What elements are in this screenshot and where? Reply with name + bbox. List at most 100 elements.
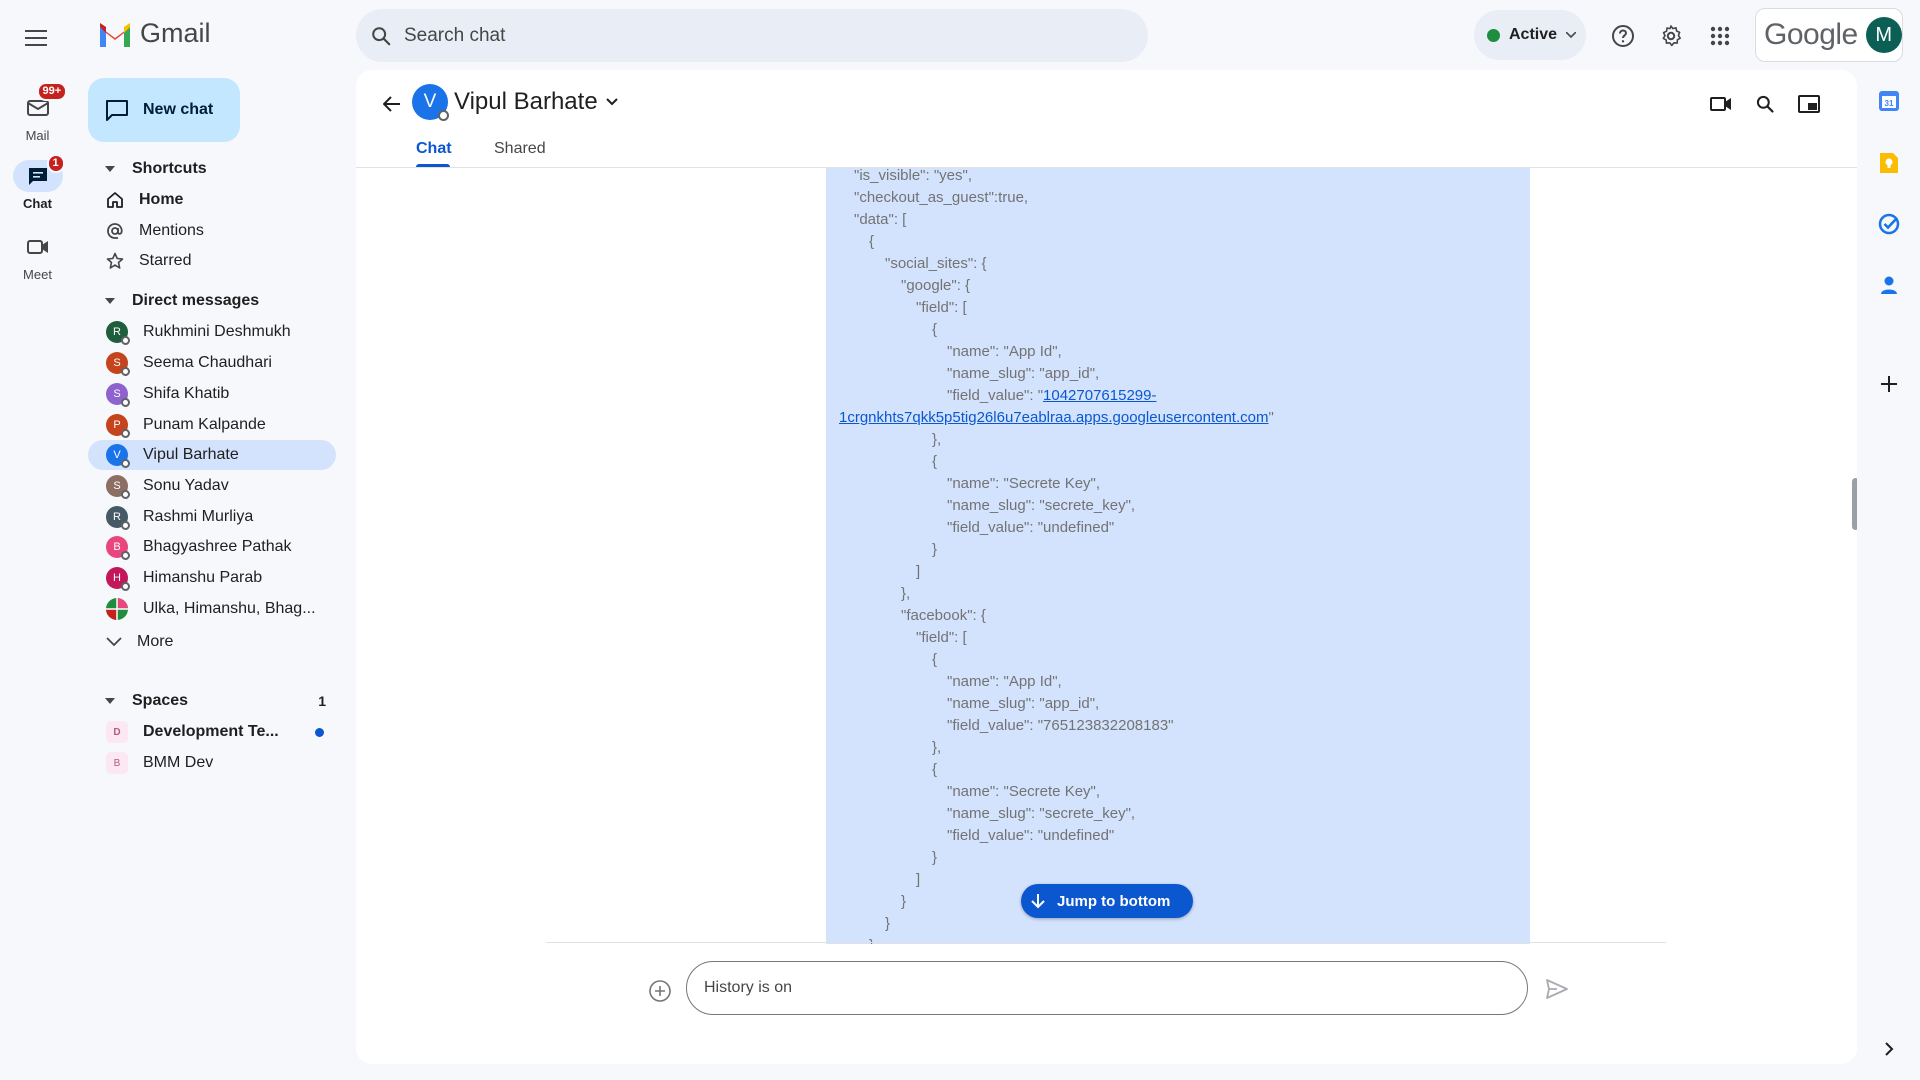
show-side-panel-button[interactable] [1876,1036,1902,1062]
rail-mail[interactable]: 99+ Mail [0,82,75,143]
dm-label: Rukhmini Deshmukh [143,323,291,340]
jump-to-bottom-label: Jump to bottom [1057,892,1171,910]
plus-icon [1881,376,1897,392]
contacts-app-button[interactable] [1876,272,1902,298]
message-line: } [885,915,891,932]
spaces-section-toggle[interactable]: Spaces 1 [104,692,326,710]
add-attachment-button[interactable] [646,977,674,1005]
selected-message-body[interactable]: "is_visible": "yes", "checkout_as_guest"… [826,168,1530,944]
space-avatar: B [106,752,128,774]
send-button[interactable] [1542,974,1572,1004]
tab-shared[interactable]: Shared [494,140,546,170]
video-camera-icon [1710,97,1731,111]
sidebar-item-label: Home [139,191,184,208]
get-addons-button[interactable] [1876,371,1902,397]
message-input[interactable]: History is on [686,961,1528,1015]
divider [546,942,1666,943]
settings-button[interactable] [1651,16,1691,56]
space-item[interactable]: D Development Te... [88,717,336,747]
message-line: }, [901,585,911,602]
message-line: "name": "Secrete Key", [947,475,1101,492]
shortcuts-section-toggle[interactable]: Shortcuts [104,160,207,178]
direct-messages-section-toggle[interactable]: Direct messages [104,292,259,310]
avatar: V [106,444,130,468]
message-line: } [901,893,907,910]
status-selector[interactable]: Active [1474,10,1586,60]
sidebar-item-home[interactable]: Home [88,185,336,215]
conversation-title-text: Vipul Barhate [454,88,598,115]
google-apps-button[interactable] [1700,16,1740,56]
message-line: "google": { [901,277,971,294]
rail-meet-label: Meet [23,267,52,282]
dm-item[interactable]: H Himanshu Parab [88,563,336,593]
message-line: "field_value": "765123832208183" [947,717,1174,734]
gmail-logo[interactable]: Gmail [98,18,211,49]
open-in-popup-button[interactable] [1789,84,1829,124]
dm-label: Himanshu Parab [143,569,263,586]
send-icon [1546,979,1568,999]
avatar: R [106,506,130,530]
tasks-app-button[interactable] [1876,211,1902,237]
sidebar-item-starred[interactable]: Starred [88,246,336,276]
dm-item[interactable]: R Rukhmini Deshmukh [88,317,336,347]
google-wordmark: Google [1764,18,1858,51]
picture-in-picture-icon [1798,95,1820,113]
new-chat-button[interactable]: New chat [88,78,240,142]
rail-meet[interactable]: Meet [0,231,75,282]
message-line: "field_value": "undefined" [947,519,1115,536]
star-icon [106,252,124,269]
mail-icon: 99+ [13,82,68,124]
space-avatar: D [106,721,128,743]
at-sign-icon [107,223,123,239]
support-button[interactable] [1603,16,1643,56]
shortcuts-heading: Shortcuts [132,160,207,177]
space-item[interactable]: B BMM Dev [88,748,336,778]
search-input[interactable]: Search chat [404,25,505,47]
message-link[interactable]: 1crgnkhts7qkk5p5tig26l6u7eablraa.apps.go… [839,409,1268,426]
dm-item[interactable]: S Sonu Yadav [88,471,336,501]
dm-item[interactable]: R Rashmi Murliya [88,502,336,532]
sidebar-item-label: Mentions [139,222,204,239]
group-avatar-icon [106,598,128,620]
add-circle-icon [649,980,671,1002]
google-account-button[interactable]: Google M [1755,8,1903,62]
message-line: ] [916,871,921,888]
rail-chat[interactable]: 1 Chat [0,154,75,211]
dm-item[interactable]: S Seema Chaudhari [88,348,336,378]
scrollbar-thumb[interactable] [1852,478,1857,530]
dm-item-selected[interactable]: V Vipul Barhate [88,440,336,470]
svg-text:31: 31 [1885,99,1894,108]
chat-badge: 1 [46,154,65,173]
arrow-back-icon [383,96,400,112]
dm-item-group[interactable]: Ulka, Himanshu, Bhag... [88,594,336,624]
contacts-icon [1881,276,1897,294]
keep-app-button[interactable] [1876,150,1902,176]
unread-dot [315,727,324,737]
video-call-button[interactable] [1701,84,1741,124]
message-link[interactable]: 1042707615299- [1043,387,1156,404]
back-button[interactable] [372,84,412,124]
avatar: S [106,475,130,499]
more-button[interactable]: More [88,627,336,657]
dm-item[interactable]: P Punam Kalpande [88,410,336,440]
main-menu-button[interactable] [14,16,58,60]
arrow-down-icon [1031,894,1045,909]
avatar: H [106,567,130,591]
dm-label: Bhagyashree Pathak [143,538,292,555]
message-line: "field": [ [916,299,967,316]
dm-item[interactable]: B Bhagyashree Pathak [88,532,336,562]
message-line: 1crgnkhts7qkk5p5tig26l6u7eablraa.apps.go… [839,409,1274,426]
message-line: "field_value": "1042707615299- [947,387,1157,404]
status-dot [1487,28,1500,42]
search-icon [1756,95,1774,113]
jump-to-bottom-button[interactable]: Jump to bottom [1021,884,1193,918]
sidebar-item-mentions[interactable]: Mentions [88,216,336,246]
search-in-chat-button[interactable] [1745,84,1785,124]
dm-item[interactable]: S Shifa Khatib [88,379,336,409]
hamburger-icon [25,30,47,46]
conversation-title[interactable]: Vipul Barhate [454,84,618,120]
calendar-app-button[interactable]: 31 [1876,88,1902,114]
message-line: "facebook": { [901,607,986,624]
dm-label: Vipul Barhate [143,446,239,463]
search-bar[interactable]: Search chat [356,9,1148,62]
